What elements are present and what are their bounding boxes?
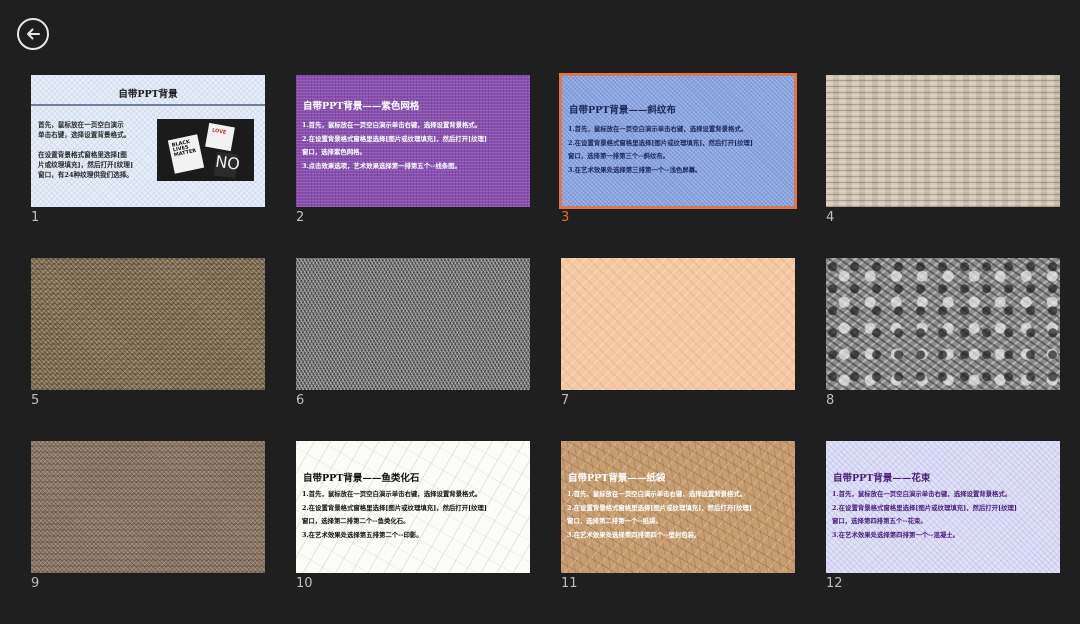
back-button[interactable]: [17, 18, 49, 50]
photo-card-text: LOVE: [211, 127, 227, 136]
slide-text-line: 1.首先，鼠标放在一页空白演示单击右键，选择设置背景格式。: [302, 121, 482, 129]
slide-text-line: 3.在艺术效果处选择第五排第二个--印影。: [302, 530, 423, 539]
slide-5-preview[interactable]: [31, 258, 265, 390]
slide-thumbnail-3[interactable]: 自带PPT背景——斜纹布 1.首先，鼠标放在一页空白演示单击右键，选择设置背景格…: [559, 73, 797, 258]
slide-thumbnail-5[interactable]: 5: [31, 258, 265, 441]
slide-8-preview[interactable]: [826, 258, 1060, 390]
slide-text-line: 首先，鼠标放在一页空白演示: [38, 121, 124, 129]
slide-title: 自带PPT背景: [118, 89, 178, 100]
slide-thumbnail-7[interactable]: 7: [561, 258, 795, 441]
slide-sorter-grid: 自带PPT背景 首先，鼠标放在一页空白演示 单击右键，选择设置背景格式。 在设置…: [31, 73, 1060, 624]
slide-text-line: 2.在设置背景格式窗格里选择[图片或纹理填充]，然后打开[纹理]: [302, 134, 487, 143]
slide-number: 10: [296, 576, 313, 591]
slide-text-line: 窗口，选择第四排第五个--花束。: [832, 517, 927, 525]
slide-number: 1: [31, 210, 40, 225]
slide-thumbnail-9[interactable]: 9: [31, 441, 265, 624]
slide-text-line: 2.在设置背景格式窗格里选择[图片或纹理填充]，然后打开[纹理]: [832, 503, 1017, 512]
slide-10-preview[interactable]: 自带PPT背景——鱼类化石 1.首先，鼠标放在一页空白演示单击右键，选择设置背景…: [296, 441, 530, 573]
slide-text-line: 窗口，选择第二排第一个--纸袋。: [567, 517, 662, 525]
photo-card: BLACK LIVES MATTER: [167, 134, 205, 174]
slide-7-preview[interactable]: [561, 258, 795, 390]
slide-text-line: 单击右键，选择设置背景格式。: [38, 131, 131, 139]
photo-card: NO: [213, 151, 242, 179]
slide-title: 自带PPT背景——斜纹布: [569, 105, 676, 116]
slide-number: 5: [31, 393, 40, 408]
slide-body: 1.首先，鼠标放在一页空白演示单击右键，选择设置背景格式。 2.在设置背景格式窗…: [568, 123, 790, 177]
slide-body: 1.首先，鼠标放在一页空白演示单击右键，选择设置背景格式。 2.在设置背景格式窗…: [567, 488, 791, 542]
slide-text-line: 窗口，选择紫色网格。: [302, 148, 366, 156]
slide-4-preview[interactable]: [826, 75, 1060, 207]
slide-text-line: 3.在艺术效果处选择第三排第一个--浅色屏幕。: [568, 165, 702, 174]
slide-text-line: 3.点击效果选项，艺术效果选择第一排第五个--线条图。: [302, 161, 461, 170]
slide-11-preview[interactable]: 自带PPT背景——纸袋 1.首先，鼠标放在一页空白演示单击右键，选择设置背景格式…: [561, 441, 795, 573]
slide-number: 6: [296, 393, 305, 408]
title-divider: [31, 104, 265, 106]
back-arrow-icon: [27, 28, 40, 40]
slide-thumbnail-4[interactable]: 4: [826, 75, 1060, 258]
slide-text-line: 3.在艺术效果处选择第四排第一个--混凝土。: [832, 530, 960, 539]
slide-1-preview[interactable]: 自带PPT背景 首先，鼠标放在一页空白演示 单击右键，选择设置背景格式。 在设置…: [31, 75, 265, 207]
slide-number: 9: [31, 576, 40, 591]
slide-text-line: 2.在设置背景格式窗格里选择[图片或纹理填充]，然后打开[纹理]: [302, 503, 487, 512]
slide-text-line: 窗口，选择第一排第三个--斜纹布。: [568, 152, 670, 160]
slide-body: 1.首先，鼠标放在一页空白演示单击右键，选择设置背景格式。 2.在设置背景格式窗…: [302, 119, 526, 173]
slide-text-line: 1.首先，鼠标放在一页空白演示单击右键，选择设置背景格式。: [567, 490, 747, 498]
slide-number: 2: [296, 210, 305, 225]
slide-number: 3: [561, 210, 570, 225]
slide-text-line: 窗口，选择第二排第二个--鱼类化石。: [302, 517, 410, 525]
slide-number: 4: [826, 210, 835, 225]
slide-text-line: 1.首先，鼠标放在一页空白演示单击右键，选择设置背景格式。: [302, 490, 482, 498]
slide-title: 自带PPT背景——纸袋: [568, 473, 666, 484]
slide-number: 7: [561, 393, 570, 408]
slide-text-line: [38, 140, 156, 150]
slide-thumbnail-6[interactable]: 6: [296, 258, 530, 441]
slide-text-line: 窗口，有24种纹理供我们选择。: [38, 171, 133, 179]
slide-2-preview[interactable]: 自带PPT背景——紫色网格 1.首先，鼠标放在一页空白演示单击右键，选择设置背景…: [296, 75, 530, 207]
slide-number: 8: [826, 393, 835, 408]
slide-text-line: 1.首先，鼠标放在一页空白演示单击右键，选择设置背景格式。: [832, 490, 1012, 498]
slide-thumbnail-11[interactable]: 自带PPT背景——纸袋 1.首先，鼠标放在一页空白演示单击右键，选择设置背景格式…: [561, 441, 795, 624]
photo-card: LOVE: [205, 122, 235, 152]
slide-title: 自带PPT背景——紫色网格: [303, 101, 420, 112]
slide-thumbnail-8[interactable]: 8: [826, 258, 1060, 441]
photo-card-text: BLACK LIVES MATTER: [171, 138, 197, 159]
slide-body: 1.首先，鼠标放在一页空白演示单击右键，选择设置背景格式。 2.在设置背景格式窗…: [302, 488, 526, 542]
slide-title: 自带PPT背景——花束: [833, 473, 931, 484]
slide-body: 首先，鼠标放在一页空白演示 单击右键，选择设置背景格式。 在设置背景格式窗格里选…: [38, 120, 156, 180]
slide-thumbnail-12[interactable]: 自带PPT背景——花束 1.首先，鼠标放在一页空白演示单击右键，选择设置背景格式…: [826, 441, 1060, 624]
slide-number: 11: [561, 576, 578, 591]
slide-9-preview[interactable]: [31, 441, 265, 573]
slide-text-line: 片或纹理填充]，然后打开[纹理]: [38, 161, 134, 169]
slide-number: 12: [826, 576, 843, 591]
slide-3-preview[interactable]: 自带PPT背景——斜纹布 1.首先，鼠标放在一页空白演示单击右键，选择设置背景格…: [559, 73, 797, 209]
slide-text-line: 在设置背景格式窗格里选择[图: [38, 151, 127, 159]
slide-text-line: 2.在设置背景格式窗格里选择[图片或纹理填充]，然后打开[纹理]: [567, 503, 752, 512]
photo-card-text: NO: [214, 151, 242, 174]
slide-text-line: 2.在设置背景格式窗格里选择[图片或纹理填充]，然后打开[纹理]: [568, 138, 753, 147]
slide-thumbnail-2[interactable]: 自带PPT背景——紫色网格 1.首先，鼠标放在一页空白演示单击右键，选择设置背景…: [296, 75, 530, 258]
slide-6-preview[interactable]: [296, 258, 530, 390]
slide-title: 自带PPT背景——鱼类化石: [303, 473, 420, 484]
slide-text-line: 3.在艺术效果处选择第四排第四个--塑封包装。: [567, 530, 701, 539]
slide-body: 1.首先，鼠标放在一页空白演示单击右键，选择设置背景格式。 2.在设置背景格式窗…: [832, 488, 1056, 542]
slide-thumbnail-1[interactable]: 自带PPT背景 首先，鼠标放在一页空白演示 单击右键，选择设置背景格式。 在设置…: [31, 75, 265, 258]
slide-text-line: 1.首先，鼠标放在一页空白演示单击右键，选择设置背景格式。: [568, 125, 748, 133]
slide-photo: BLACK LIVES MATTER LOVE NO: [157, 119, 254, 181]
slide-thumbnail-10[interactable]: 自带PPT背景——鱼类化石 1.首先，鼠标放在一页空白演示单击右键，选择设置背景…: [296, 441, 530, 624]
slide-12-preview[interactable]: 自带PPT背景——花束 1.首先，鼠标放在一页空白演示单击右键，选择设置背景格式…: [826, 441, 1060, 573]
